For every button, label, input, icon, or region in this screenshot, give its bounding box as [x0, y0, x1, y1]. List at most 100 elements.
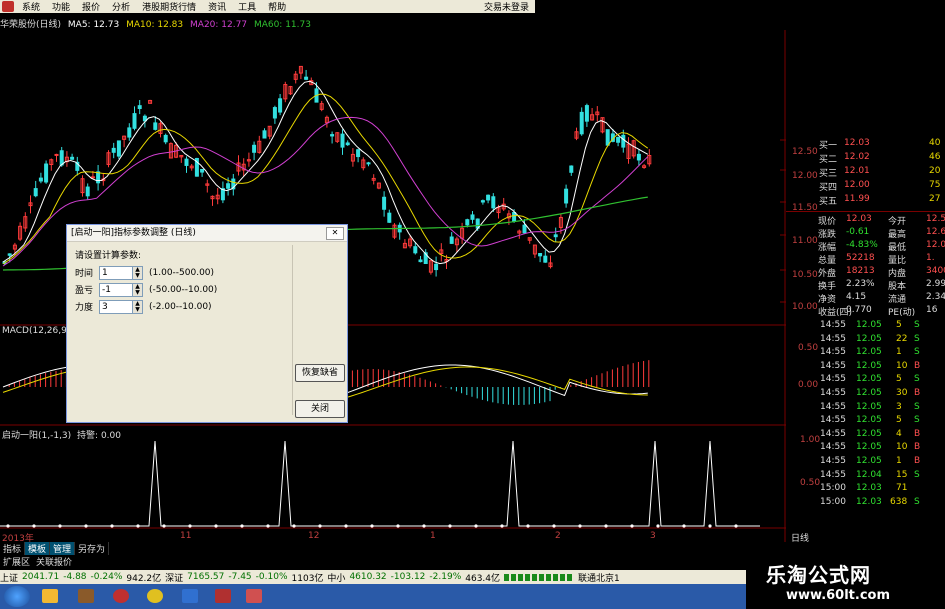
menu-item-system[interactable]: 系统	[22, 0, 40, 13]
stat-row: 净资 4.15 流通 2.34	[786, 292, 945, 305]
tick-row: 14:55 12.05 3 S	[786, 402, 945, 414]
extension-tabs: 扩展区 关联报价	[0, 555, 786, 568]
spinner-icon[interactable]: ▲ ▼	[133, 299, 143, 314]
spinner-icon[interactable]: ▲ ▼	[133, 265, 143, 280]
tick-price: 12.04	[856, 469, 882, 480]
menu-item-news[interactable]: 资讯	[208, 0, 226, 13]
login-status[interactable]: 交易未登录	[484, 0, 529, 13]
menu-bar: 系统 功能 报价 分析 港股期货行情 资讯 工具 帮助 交易未登录	[0, 0, 535, 13]
tick-time: 14:55	[820, 442, 846, 453]
menu-item-quote[interactable]: 报价	[82, 0, 100, 13]
candle-body	[127, 127, 132, 138]
dialog-titlebar[interactable]: [启动一阳]指标参数调整 (日线) ✕	[67, 225, 347, 242]
candle-body	[413, 246, 418, 254]
taskbar	[0, 584, 770, 609]
candle-body	[512, 211, 517, 222]
param-label: 力度	[75, 303, 94, 313]
close-icon[interactable]: ✕	[326, 227, 344, 240]
macd-label: MACD(12,26,9)	[2, 326, 71, 336]
signal-dot	[708, 524, 712, 528]
candle-body	[137, 105, 142, 110]
bid-row[interactable]: 买五 11.99 27	[786, 194, 945, 207]
tick-side: S	[914, 469, 920, 480]
bid-row[interactable]: 买二 12.02 46	[786, 152, 945, 165]
tab-related-quote[interactable]: 关联报价	[33, 555, 75, 568]
candle-body	[345, 142, 350, 146]
restore-defaults-button[interactable]: 恢复缺省	[295, 364, 345, 382]
signal-dot	[396, 524, 400, 528]
candle-body	[564, 188, 569, 204]
menu-item-hk-futures[interactable]: 港股期货行情	[142, 0, 196, 13]
candle-body	[132, 113, 137, 129]
stat-label: 股本	[888, 282, 907, 292]
menu-item-tools[interactable]: 工具	[238, 0, 256, 13]
signal-dot	[370, 524, 374, 528]
month-label: 12	[308, 531, 320, 541]
tick-side: B	[914, 456, 921, 466]
menu-item-analysis[interactable]: 分析	[112, 0, 130, 13]
tab-manage[interactable]: 管理	[50, 542, 76, 555]
candle-body	[44, 163, 49, 183]
candle-body	[616, 136, 621, 143]
param-time-input[interactable]: 1	[99, 265, 133, 280]
tick-volume: 4	[896, 428, 902, 439]
tab-indicator[interactable]: 指标	[0, 542, 26, 555]
zx-percent: -2.19%	[429, 572, 462, 582]
app-icon[interactable]	[113, 589, 129, 603]
signal-dot	[604, 524, 608, 528]
app-icon[interactable]	[215, 589, 231, 603]
sh-label: 上证	[0, 573, 19, 584]
stat-value: -4.83%	[846, 240, 878, 250]
signal-dot	[136, 524, 140, 528]
tick-price: 12.05	[856, 347, 882, 358]
candle-body	[226, 183, 231, 189]
tick-time: 14:55	[820, 469, 846, 480]
month-label: 1	[430, 531, 436, 541]
bid-row[interactable]: 买四 12.00 75	[786, 180, 945, 193]
dialog-title: [启动一阳]指标参数调整 (日线)	[71, 228, 196, 238]
ma60-value: MA60: 11.73	[253, 20, 311, 30]
sh-percent: -0.24%	[90, 572, 123, 582]
bid-row[interactable]: 买一 12.03 40	[786, 138, 945, 151]
stat-value: 2.34	[926, 292, 945, 302]
bid-label: 买一	[819, 141, 838, 151]
tick-price: 12.05	[856, 456, 882, 466]
stat-value: -0.61	[846, 227, 870, 237]
tick-row: 14:55 12.05 30 B	[786, 388, 945, 400]
ma-indicator-line: 华荣股份(日线) MA5: 12.73 MA10: 12.83 MA20: 12…	[0, 17, 620, 30]
param-strength-input[interactable]: 3	[99, 299, 133, 314]
tick-price: 12.05	[856, 428, 882, 439]
ma10-value: MA10: 12.83	[126, 20, 184, 30]
indicator-tabs: 指标 模板 管理 另存为	[0, 542, 786, 555]
app-icon[interactable]	[246, 589, 262, 603]
app-icon[interactable]	[182, 589, 198, 603]
bid-row[interactable]: 买三 12.01 20	[786, 166, 945, 179]
app-icon[interactable]	[78, 589, 94, 603]
connection-status[interactable]: 联通北京1	[578, 571, 620, 584]
tick-time: 14:55	[820, 347, 846, 358]
tick-price: 12.05	[856, 333, 882, 344]
menu-item-help[interactable]: 帮助	[268, 0, 286, 13]
tick-side: B	[914, 388, 921, 398]
folder-icon[interactable]	[42, 589, 58, 603]
candle-body	[543, 255, 548, 263]
stat-label: 内盘	[888, 269, 907, 279]
tab-extension[interactable]: 扩展区	[0, 555, 33, 568]
tab-save-as[interactable]: 另存为	[75, 542, 110, 555]
signal-dot	[552, 524, 556, 528]
custom-indicator-signals	[0, 440, 760, 528]
stat-label: 最低	[888, 243, 907, 253]
param-pnl-input[interactable]: -1	[99, 282, 133, 297]
candle-body	[85, 186, 90, 197]
menu-item-function[interactable]: 功能	[52, 0, 70, 13]
candle-body	[59, 150, 64, 166]
dialog-close-button[interactable]: 关闭	[295, 400, 345, 418]
tab-template[interactable]: 模板	[25, 542, 51, 555]
start-button-icon[interactable]	[4, 586, 30, 607]
spinner-icon[interactable]: ▲ ▼	[133, 282, 143, 297]
stat-value: 1.	[926, 253, 935, 263]
tick-side: S	[914, 374, 920, 385]
app-icon[interactable]	[147, 589, 163, 603]
bid-label: 买四	[819, 183, 838, 193]
signal-dot	[474, 524, 478, 528]
